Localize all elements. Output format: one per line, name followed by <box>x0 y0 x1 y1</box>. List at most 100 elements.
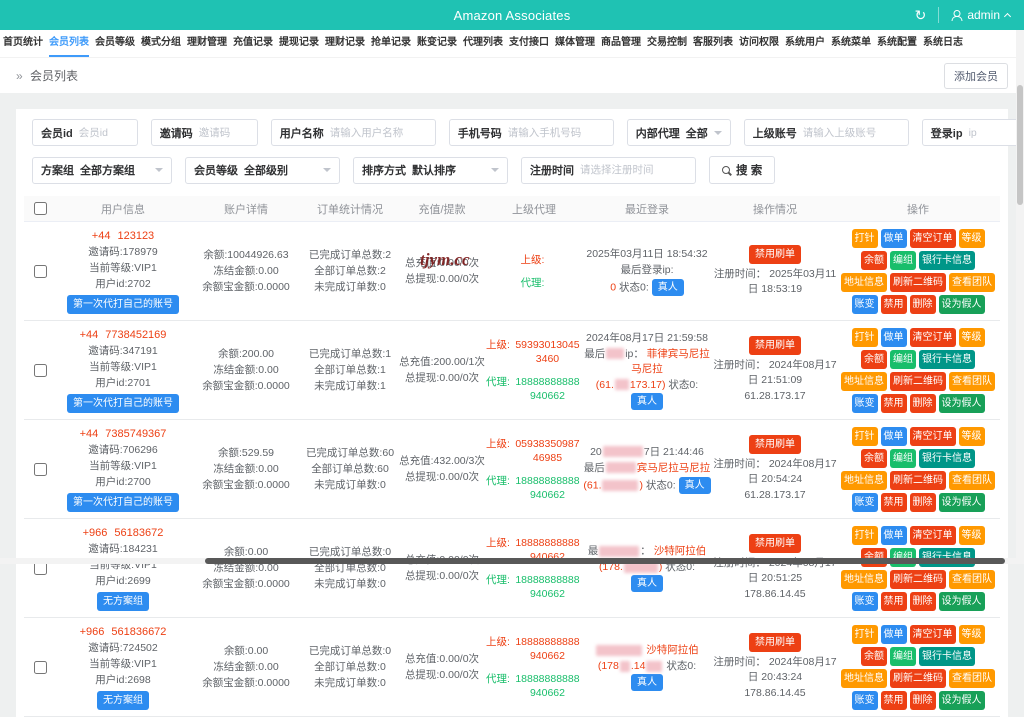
action-button-银行卡信息[interactable]: 银行卡信息 <box>919 448 975 468</box>
action-button-编组[interactable]: 编组 <box>890 349 916 369</box>
add-member-button[interactable]: 添加会员 <box>944 62 1008 89</box>
action-button-账变[interactable]: 账变 <box>851 690 878 710</box>
nav-item-支付接口[interactable]: 支付接口 <box>509 30 549 57</box>
action-button-等级[interactable]: 等级 <box>958 525 985 545</box>
nav-item-系统日志[interactable]: 系统日志 <box>923 30 963 57</box>
action-button-删除[interactable]: 删除 <box>909 294 936 314</box>
nav-item-商品管理[interactable]: 商品管理 <box>601 30 641 57</box>
row-checkbox[interactable] <box>34 462 47 476</box>
action-button-账变[interactable]: 账变 <box>851 393 878 413</box>
action-button-查看团队[interactable]: 查看团队 <box>949 470 995 490</box>
row-checkbox[interactable] <box>34 363 47 377</box>
action-button-刷新二维码[interactable]: 刷新二维码 <box>890 272 946 292</box>
filter-input[interactable] <box>580 164 695 176</box>
vertical-scrollbar-thumb[interactable] <box>1017 85 1023 205</box>
action-button-打针[interactable]: 打针 <box>851 426 878 446</box>
nav-item-媒体管理[interactable]: 媒体管理 <box>555 30 595 57</box>
action-button-刷新二维码[interactable]: 刷新二维码 <box>890 569 946 589</box>
action-button-禁用[interactable]: 禁用 <box>880 492 907 512</box>
action-button-设为假人[interactable]: 设为假人 <box>938 393 985 413</box>
action-button-银行卡信息[interactable]: 银行卡信息 <box>919 349 975 369</box>
action-button-余额[interactable]: 余额 <box>861 448 887 468</box>
action-button-银行卡信息[interactable]: 银行卡信息 <box>919 250 975 270</box>
nav-item-系统用户[interactable]: 系统用户 <box>785 30 825 57</box>
action-button-查看团队[interactable]: 查看团队 <box>949 668 995 688</box>
action-button-查看团队[interactable]: 查看团队 <box>949 569 995 589</box>
action-button-地址信息[interactable]: 地址信息 <box>841 470 887 490</box>
action-button-打针[interactable]: 打针 <box>851 624 878 644</box>
action-button-做单[interactable]: 做单 <box>880 426 907 446</box>
nav-item-抢单记录[interactable]: 抢单记录 <box>371 30 411 57</box>
action-button-查看团队[interactable]: 查看团队 <box>949 272 995 292</box>
row-checkbox[interactable] <box>34 264 47 278</box>
action-button-余额[interactable]: 余额 <box>861 349 887 369</box>
action-button-打针[interactable]: 打针 <box>851 525 878 545</box>
action-button-删除[interactable]: 删除 <box>909 393 936 413</box>
select-all-checkbox[interactable] <box>34 202 47 215</box>
filter-select-value[interactable]: 全部方案组 <box>80 162 149 178</box>
nav-item-会员列表[interactable]: 会员列表 <box>49 30 89 57</box>
nav-item-访问权限[interactable]: 访问权限 <box>739 30 779 57</box>
action-button-余额[interactable]: 余额 <box>861 646 887 666</box>
action-button-编组[interactable]: 编组 <box>890 448 916 468</box>
action-button-银行卡信息[interactable]: 银行卡信息 <box>919 646 975 666</box>
action-button-删除[interactable]: 删除 <box>909 690 936 710</box>
action-button-刷新二维码[interactable]: 刷新二维码 <box>890 668 946 688</box>
action-button-地址信息[interactable]: 地址信息 <box>841 569 887 589</box>
action-button-打针[interactable]: 打针 <box>851 228 878 248</box>
action-button-账变[interactable]: 账变 <box>851 492 878 512</box>
action-button-编组[interactable]: 编组 <box>890 250 916 270</box>
nav-item-理财记录[interactable]: 理财记录 <box>325 30 365 57</box>
action-button-设为假人[interactable]: 设为假人 <box>938 294 985 314</box>
action-button-等级[interactable]: 等级 <box>958 327 985 347</box>
nav-item-客服列表[interactable]: 客服列表 <box>693 30 733 57</box>
action-button-等级[interactable]: 等级 <box>958 426 985 446</box>
action-button-删除[interactable]: 删除 <box>909 492 936 512</box>
action-button-设为假人[interactable]: 设为假人 <box>938 690 985 710</box>
nav-item-模式分组[interactable]: 模式分组 <box>141 30 181 57</box>
action-button-地址信息[interactable]: 地址信息 <box>841 272 887 292</box>
action-button-做单[interactable]: 做单 <box>880 624 907 644</box>
action-button-账变[interactable]: 账变 <box>851 591 878 611</box>
action-button-设为假人[interactable]: 设为假人 <box>938 591 985 611</box>
action-button-清空订单[interactable]: 清空订单 <box>909 327 956 347</box>
action-button-等级[interactable]: 等级 <box>958 624 985 644</box>
nav-item-账变记录[interactable]: 账变记录 <box>417 30 457 57</box>
action-button-禁用[interactable]: 禁用 <box>880 294 907 314</box>
action-button-打针[interactable]: 打针 <box>851 327 878 347</box>
filter-input[interactable] <box>198 126 257 139</box>
action-button-删除[interactable]: 删除 <box>909 591 936 611</box>
nav-item-充值记录[interactable]: 充值记录 <box>233 30 273 57</box>
action-button-设为假人[interactable]: 设为假人 <box>938 492 985 512</box>
nav-item-首页统计[interactable]: 首页统计 <box>3 30 43 57</box>
filter-select-value[interactable]: 全部 <box>686 125 708 141</box>
action-button-查看团队[interactable]: 查看团队 <box>949 371 995 391</box>
action-button-清空订单[interactable]: 清空订单 <box>909 525 956 545</box>
action-button-等级[interactable]: 等级 <box>958 228 985 248</box>
action-button-做单[interactable]: 做单 <box>880 525 907 545</box>
action-button-做单[interactable]: 做单 <box>880 228 907 248</box>
user-menu[interactable]: admin <box>951 8 1012 22</box>
action-button-地址信息[interactable]: 地址信息 <box>841 371 887 391</box>
action-button-账变[interactable]: 账变 <box>851 294 878 314</box>
filter-input[interactable] <box>802 126 908 139</box>
nav-item-理财管理[interactable]: 理财管理 <box>187 30 227 57</box>
action-button-禁用[interactable]: 禁用 <box>880 591 907 611</box>
filter-select-value[interactable]: 默认排序 <box>412 162 485 178</box>
search-button[interactable]: 搜 索 <box>709 156 776 184</box>
nav-item-代理列表[interactable]: 代理列表 <box>463 30 503 57</box>
nav-item-系统配置[interactable]: 系统配置 <box>877 30 917 57</box>
nav-item-交易控制[interactable]: 交易控制 <box>647 30 687 57</box>
action-button-刷新二维码[interactable]: 刷新二维码 <box>890 470 946 490</box>
nav-item-提现记录[interactable]: 提现记录 <box>279 30 319 57</box>
row-checkbox[interactable] <box>34 660 47 674</box>
filter-select-value[interactable]: 全部级别 <box>244 162 317 178</box>
filter-input[interactable] <box>78 126 137 139</box>
action-button-禁用[interactable]: 禁用 <box>880 393 907 413</box>
filter-input[interactable] <box>507 126 613 139</box>
action-button-清空订单[interactable]: 清空订单 <box>909 426 956 446</box>
action-button-编组[interactable]: 编组 <box>890 646 916 666</box>
action-button-刷新二维码[interactable]: 刷新二维码 <box>890 371 946 391</box>
action-button-禁用[interactable]: 禁用 <box>880 690 907 710</box>
action-button-余额[interactable]: 余额 <box>861 250 887 270</box>
